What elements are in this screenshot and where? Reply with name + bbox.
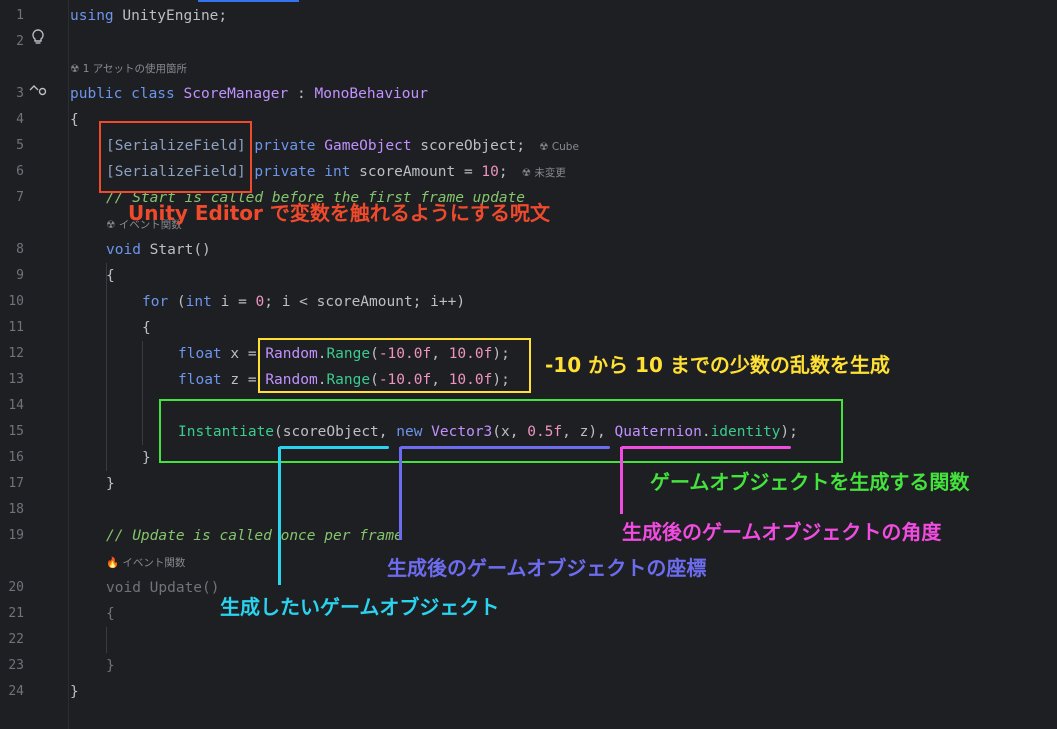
code-text: scoreAmount = bbox=[350, 164, 482, 180]
type-name: GameObject bbox=[315, 138, 412, 154]
code-text: : bbox=[288, 86, 315, 102]
code-text: () bbox=[202, 580, 220, 596]
line-number: 6 bbox=[16, 164, 24, 179]
object-connector-horizontal bbox=[279, 446, 389, 449]
line-number: 12 bbox=[8, 346, 24, 361]
implementation-icon[interactable] bbox=[28, 81, 48, 107]
random-highlight-box bbox=[258, 338, 531, 393]
code-text: i = bbox=[211, 294, 256, 310]
keyword: int bbox=[185, 294, 212, 310]
keyword: float bbox=[178, 372, 222, 388]
position-annotation: 生成後のゲームオブジェクトの座標 bbox=[387, 556, 707, 580]
serialize-annotation: Unity Editor で変数を触れるようにする呪文 bbox=[128, 201, 551, 225]
code-text: ; bbox=[498, 164, 508, 180]
keyword: private bbox=[245, 164, 316, 180]
random-annotation: -10 から 10 までの少数の乱数を生成 bbox=[545, 353, 890, 377]
keyword: for bbox=[142, 294, 169, 310]
line-number: 2 bbox=[16, 34, 24, 49]
keyword: using bbox=[70, 8, 114, 24]
code-line-4[interactable]: { bbox=[70, 107, 79, 133]
class-name: ScoreManager bbox=[174, 86, 289, 102]
active-tab-indicator bbox=[198, 0, 299, 2]
rotation-connector-vertical bbox=[620, 447, 623, 514]
number-literal: 10 bbox=[481, 164, 499, 180]
usage-hint[interactable]: ☢ 1 アセットの使用箇所 bbox=[70, 59, 187, 79]
code-text: ; i < scoreAmount; i++) bbox=[264, 294, 466, 310]
line-number: 1 bbox=[16, 8, 24, 23]
line-number: 3 bbox=[16, 86, 24, 101]
keyword: void bbox=[106, 580, 141, 596]
line-gutter: 1 2 3 4 5 6 7 8 9 10 11 12 13 14 15 16 1… bbox=[0, 0, 69, 729]
line-number: 9 bbox=[16, 268, 24, 283]
code-text: UnityEngine; bbox=[113, 8, 228, 24]
code-line-24[interactable]: } bbox=[70, 679, 79, 705]
code-line-20[interactable]: void Update() bbox=[106, 575, 220, 601]
code-line-9[interactable]: { bbox=[106, 263, 115, 289]
line-number: 17 bbox=[8, 476, 24, 491]
line-number: 18 bbox=[8, 502, 24, 517]
code-line-1[interactable]: using UnityEngine; bbox=[70, 3, 227, 29]
line-number: 8 bbox=[16, 242, 24, 257]
keyword: private bbox=[245, 138, 316, 154]
indent-guide bbox=[142, 341, 143, 445]
code-text: ( bbox=[168, 294, 186, 310]
code-line-19[interactable]: // Update is called once per frame bbox=[106, 523, 403, 549]
line-number: 14 bbox=[8, 398, 24, 413]
line-number: 7 bbox=[16, 190, 24, 205]
type-name: int bbox=[315, 164, 351, 180]
instantiate-annotation: ゲームオブジェクトを生成する関数 bbox=[650, 470, 970, 494]
code-line-23[interactable]: } bbox=[106, 653, 115, 679]
inlay-hint[interactable]: ☢ Cube bbox=[539, 141, 579, 153]
object-annotation: 生成したいゲームオブジェクト bbox=[220, 595, 500, 619]
keyword: void bbox=[106, 242, 141, 258]
line-number: 13 bbox=[8, 372, 24, 387]
method-name: Update bbox=[140, 580, 203, 596]
position-connector-horizontal bbox=[400, 446, 610, 449]
code-line-16[interactable]: } bbox=[142, 445, 151, 471]
keyword: class bbox=[122, 86, 175, 102]
code-line-17[interactable]: } bbox=[106, 471, 115, 497]
event-hint[interactable]: 🔥 イベント関数 bbox=[106, 553, 185, 573]
indent-guide bbox=[106, 263, 107, 471]
code-line-8[interactable]: void Start() bbox=[106, 237, 211, 263]
code-text: () bbox=[193, 242, 211, 258]
object-connector-vertical bbox=[278, 447, 281, 585]
line-number: 15 bbox=[8, 424, 24, 439]
line-number: 22 bbox=[8, 632, 24, 647]
rotation-annotation: 生成後のゲームオブジェクトの角度 bbox=[622, 520, 942, 544]
base-class: MonoBehaviour bbox=[314, 86, 428, 102]
position-connector-vertical bbox=[399, 447, 402, 540]
keyword: float bbox=[178, 346, 222, 362]
instantiate-highlight-box bbox=[159, 399, 843, 463]
code-text: scoreObject; bbox=[411, 138, 526, 154]
code-line-11[interactable]: { bbox=[142, 315, 151, 341]
line-number: 21 bbox=[8, 606, 24, 621]
line-number: 4 bbox=[16, 112, 24, 127]
line-number: 19 bbox=[8, 528, 24, 543]
line-number: 16 bbox=[8, 450, 24, 465]
line-number: 23 bbox=[8, 658, 24, 673]
rotation-connector-horizontal bbox=[621, 446, 791, 449]
line-number: 5 bbox=[16, 138, 24, 153]
number-literal: 0 bbox=[255, 294, 265, 310]
bulb-icon[interactable] bbox=[31, 29, 45, 55]
code-line-21[interactable]: { bbox=[106, 601, 115, 627]
inlay-hint[interactable]: ☢ 未変更 bbox=[522, 167, 566, 179]
line-number: 11 bbox=[8, 320, 24, 335]
keyword: public bbox=[70, 86, 123, 102]
line-number: 20 bbox=[8, 580, 24, 595]
method-name: Start bbox=[140, 242, 194, 258]
code-line-3[interactable]: public class ScoreManager : MonoBehaviou… bbox=[70, 81, 428, 107]
indent-guide bbox=[106, 627, 107, 653]
serialize-highlight-box bbox=[99, 121, 252, 193]
code-line-10[interactable]: for (int i = 0; i < scoreAmount; i++) bbox=[142, 289, 465, 315]
line-number: 10 bbox=[8, 294, 24, 309]
line-number: 24 bbox=[8, 684, 24, 699]
